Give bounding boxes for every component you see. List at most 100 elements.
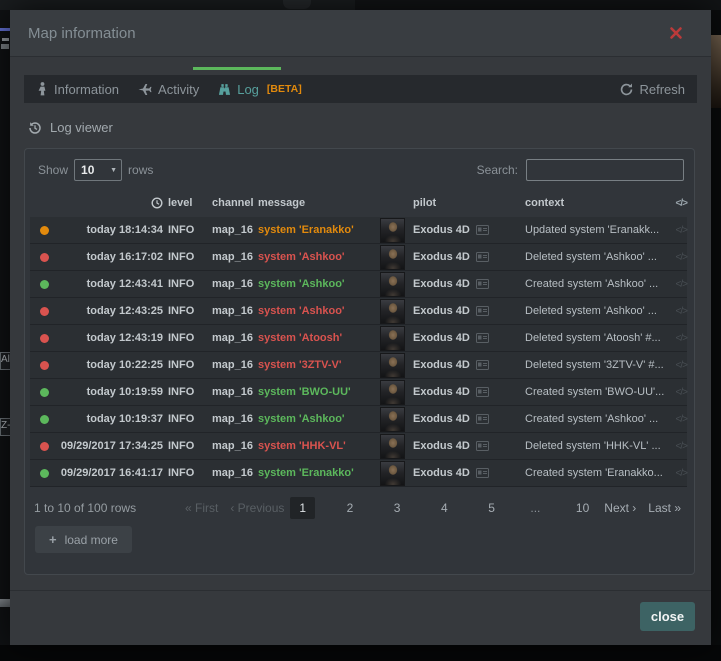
table-row[interactable]: today 12:43:19 INFO map_16 system 'Atoos… [30,325,687,352]
background-portrait-fragment [711,35,721,108]
row-code-icon[interactable]: </> [671,279,687,290]
pagination-info: 1 to 10 of 100 rows [34,501,136,515]
table-row[interactable]: today 18:14:34 INFO map_16 system 'Erana… [30,217,687,244]
pagination-first[interactable]: « First [179,497,224,519]
pilot-name: Exodus 4D [413,413,470,425]
tab-activity[interactable]: Activity [138,82,199,97]
status-dot [40,361,49,370]
table-row[interactable]: today 10:19:37 INFO map_16 system 'Ashko… [30,406,687,433]
id-card-icon [476,468,489,478]
show-rows-select[interactable]: 10 ▼ [74,159,122,181]
status-dot [40,334,49,343]
status-cell [30,442,58,451]
row-code-icon[interactable]: </> [671,387,687,398]
log-context: Deleted system 'Ashkoo' ... [525,251,671,263]
background-map-connection-line [0,28,10,31]
background-top-dark-segment [355,0,721,10]
background-right-strip [711,10,721,661]
table-row[interactable]: today 10:22:25 INFO map_16 system '3ZTV-… [30,352,687,379]
refresh-label: Refresh [639,82,685,97]
pilot-cell: Exodus 4D [406,386,525,398]
log-context: Created system 'Ashkoo' ... [525,413,671,425]
log-message: system 'Eranakko' [258,467,380,479]
row-code-icon[interactable]: </> [671,333,687,344]
row-code-icon[interactable]: </> [671,414,687,425]
id-card-icon [476,387,489,397]
row-code-icon[interactable]: </> [671,225,687,236]
table-row[interactable]: today 12:43:25 INFO map_16 system 'Ashko… [30,298,687,325]
pilot-cell: Exodus 4D [406,305,525,317]
pilot-name: Exodus 4D [413,251,470,263]
dialog-footer: close [10,590,711,645]
log-context: Deleted system 'Atoosh' #... [525,332,671,344]
page-number-4[interactable]: 4 [432,497,457,519]
tab-information[interactable]: Information [37,82,119,97]
avatar [380,245,405,270]
table-row[interactable]: 09/29/2017 17:34:25 INFO map_16 system '… [30,433,687,460]
log-viewer-section-header: Log viewer [28,120,113,135]
pagination-last[interactable]: Last » [642,497,687,519]
status-dot [40,415,49,424]
log-context: Deleted system '3ZTV-V' #... [525,359,671,371]
pagination-next[interactable]: Next › [598,497,642,519]
search-input[interactable] [526,159,684,181]
log-message: system 'Atoosh' [258,332,380,344]
tab-log[interactable]: Log [BETA] [218,82,302,97]
page-ellipsis: ... [526,497,544,519]
status-cell [30,253,58,262]
pilot-avatar-cell [380,245,406,270]
avatar [380,434,405,459]
status-cell [30,307,58,316]
log-message: system 'Ashkoo' [258,251,380,263]
refresh-button[interactable]: Refresh [620,82,685,97]
log-channel: map_16 [212,251,258,263]
tab-label: Activity [158,82,199,97]
close-button[interactable]: close [640,602,695,631]
log-channel: map_16 [212,440,258,452]
channel-column-header[interactable]: channel [212,197,258,209]
message-column-header[interactable]: message [258,197,380,209]
pilot-avatar-cell [380,299,406,324]
load-more-button[interactable]: + load more [35,526,132,553]
row-code-icon[interactable]: </> [671,252,687,263]
status-cell [30,226,58,235]
table-row[interactable]: today 12:43:41 INFO map_16 system 'Ashko… [30,271,687,298]
pilot-column-header[interactable]: pilot [406,197,525,209]
row-code-icon[interactable]: </> [671,360,687,371]
status-dot [40,442,49,451]
log-time: today 10:19:37 [58,413,163,425]
pilot-cell: Exodus 4D [406,467,525,479]
page-number-2[interactable]: 2 [338,497,363,519]
row-code-icon[interactable]: </> [671,468,687,479]
pilot-name: Exodus 4D [413,305,470,317]
page-number-10[interactable]: 10 [567,497,598,519]
table-row[interactable]: today 16:17:02 INFO map_16 system 'Ashko… [30,244,687,271]
log-context: Created system 'Eranakko... [525,467,671,479]
row-code-icon[interactable]: </> [671,441,687,452]
status-dot [40,307,49,316]
status-cell [30,388,58,397]
pilot-cell: Exodus 4D [406,278,525,290]
pilot-avatar-cell [380,272,406,297]
table-controls: Show 10 ▼ rows Search: [25,157,694,183]
pilot-name: Exodus 4D [413,386,470,398]
time-column-header[interactable] [58,197,163,210]
table-row[interactable]: 09/29/2017 16:41:17 INFO map_16 system '… [30,460,687,487]
log-message: system '3ZTV-V' [258,359,380,371]
page-number-5[interactable]: 5 [479,497,504,519]
table-row[interactable]: today 10:19:59 INFO map_16 system 'BWO-U… [30,379,687,406]
log-time: today 18:14:34 [58,224,163,236]
log-message: system 'Eranakko' [258,224,380,236]
binoculars-icon [218,83,231,96]
level-column-header[interactable]: level [168,197,212,209]
page-number-1[interactable]: 1 [290,497,315,519]
pilot-cell: Exodus 4D [406,332,525,344]
page-number-3[interactable]: 3 [385,497,410,519]
close-icon[interactable] [669,25,685,41]
log-time: today 10:22:25 [58,359,163,371]
pilot-cell: Exodus 4D [406,440,525,452]
background-bar-fragment [0,599,10,607]
pagination-previous[interactable]: ‹ Previous [224,497,290,519]
context-column-header[interactable]: context [525,197,671,209]
row-code-icon[interactable]: </> [671,306,687,317]
